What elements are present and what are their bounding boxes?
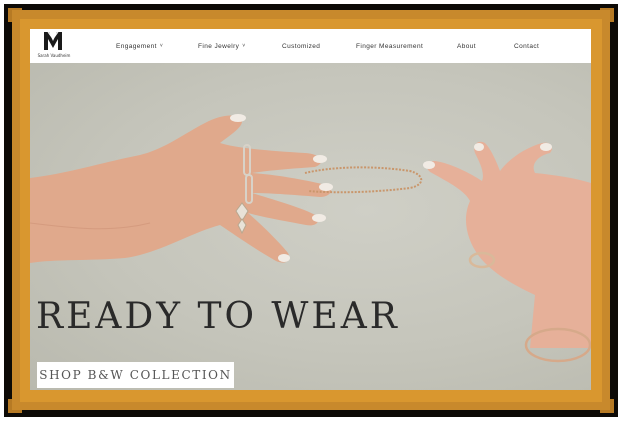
nav-customized[interactable]: Customized [282, 29, 320, 63]
brand-logo[interactable]: Sarah Vaudheim [32, 29, 76, 62]
chevron-down-icon: ˅ [242, 43, 246, 49]
nav-label: Fine Jewelry [198, 42, 240, 50]
nav-label: Finger Measurement [356, 42, 424, 50]
nav-label: Contact [514, 42, 540, 50]
nav-contact[interactable]: Contact [514, 29, 539, 63]
nav-label: Customized [282, 42, 321, 50]
hero-headline: READY TO WEAR [36, 296, 400, 337]
chevron-down-icon: ˅ [159, 43, 164, 49]
nav-label: About [457, 42, 476, 50]
logo-mark-icon [44, 31, 62, 50]
brand-name: Sarah Vaudheim [37, 53, 71, 58]
nav-fine-jewelry[interactable]: Fine Jewelry ˅ [198, 29, 246, 63]
nav-finger-measurement[interactable]: Finger Measurement [356, 29, 423, 63]
web-page: Sarah Vaudheim Engagement ˅ Fine Jewelry… [30, 29, 591, 390]
nav-engagement[interactable]: Engagement ˅ [116, 29, 163, 63]
site-header: Sarah Vaudheim Engagement ˅ Fine Jewelry… [30, 29, 591, 63]
hero-image-hands-with-chain [30, 114, 591, 363]
nav-about[interactable]: About [457, 29, 476, 63]
nav-label: Engagement [116, 42, 157, 50]
hero-banner [30, 63, 591, 390]
shop-collection-button[interactable]: SHOP B&W COLLECTION [37, 362, 234, 388]
